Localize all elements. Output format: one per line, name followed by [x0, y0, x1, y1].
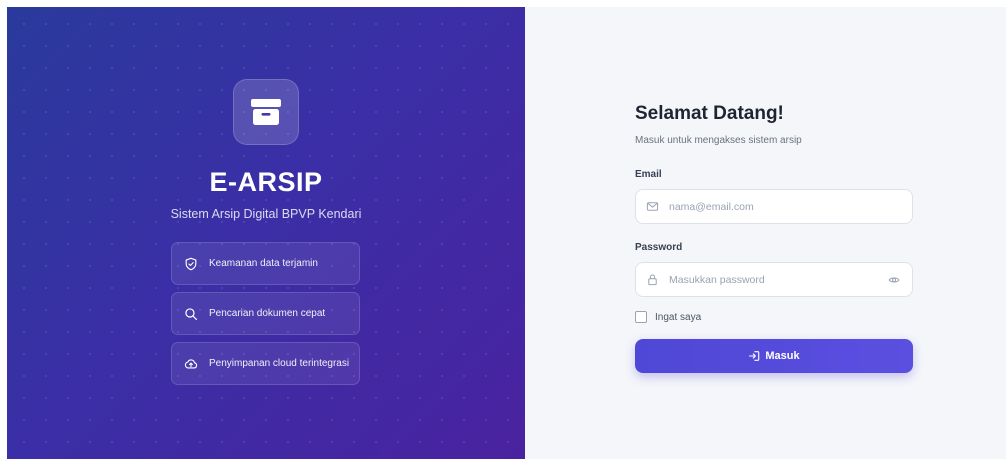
logo-badge: [233, 79, 299, 145]
feature-label: Keamanan data terjamin: [209, 258, 318, 269]
app-title: E-ARSIP: [209, 167, 323, 197]
feature-list: Keamanan data terjamin Pencarian dokumen…: [171, 242, 360, 392]
remember-checkbox[interactable]: [635, 311, 647, 323]
welcome-subheading: Masuk untuk mengakses sistem arsip: [635, 135, 802, 146]
remember-me[interactable]: Ingat saya: [635, 311, 913, 323]
password-label: Password: [635, 242, 683, 253]
login-button-label: Masuk: [765, 350, 800, 362]
lock-icon: [646, 273, 659, 286]
feature-item-search: Pencarian dokumen cepat: [171, 292, 360, 335]
login-form: Selamat Datang! Masuk untuk mengakses si…: [635, 103, 913, 373]
feature-label: Pencarian dokumen cepat: [209, 308, 326, 319]
login-button[interactable]: Masuk: [635, 339, 913, 373]
email-label: Email: [635, 169, 662, 180]
mail-icon: [646, 200, 659, 213]
email-placeholder: nama@email.com: [669, 200, 754, 213]
login-panel: Selamat Datang! Masuk untuk mengakses si…: [525, 7, 1006, 459]
feature-item-cloud: Penyimpanan cloud terintegrasi: [171, 342, 360, 385]
welcome-heading: Selamat Datang!: [635, 103, 784, 124]
search-icon: [184, 307, 198, 321]
feature-item-security: Keamanan data terjamin: [171, 242, 360, 285]
cloud-upload-icon: [184, 357, 198, 371]
password-field[interactable]: Masukkan password: [635, 262, 913, 297]
remember-label: Ingat saya: [655, 311, 702, 323]
app-subtitle: Sistem Arsip Digital BPVP Kendari: [170, 207, 362, 221]
password-placeholder: Masukkan password: [669, 273, 765, 286]
feature-label: Penyimpanan cloud terintegrasi: [209, 358, 350, 369]
login-icon: [748, 350, 760, 362]
shield-check-icon: [184, 257, 198, 271]
email-field[interactable]: nama@email.com: [635, 189, 913, 224]
brand-panel: E-ARSIP Sistem Arsip Digital BPVP Kendar…: [7, 7, 525, 459]
archive-box-icon: [251, 99, 281, 125]
eye-icon[interactable]: [888, 274, 900, 286]
brand-block: E-ARSIP Sistem Arsip Digital BPVP Kendar…: [7, 79, 525, 221]
login-page: E-ARSIP Sistem Arsip Digital BPVP Kendar…: [7, 7, 1006, 459]
